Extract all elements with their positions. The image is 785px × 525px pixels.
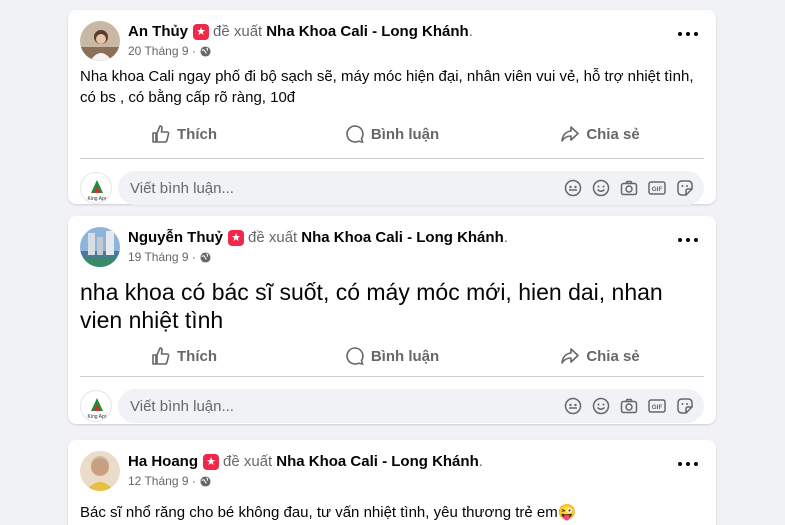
share-arrow-icon — [561, 348, 580, 364]
post-date[interactable]: 19 Tháng 9 — [128, 250, 189, 264]
post-date[interactable]: 12 Tháng 9 — [128, 474, 189, 488]
more-options-button[interactable] — [678, 234, 698, 246]
recommends-text: đề xuất — [213, 23, 263, 40]
camera-icon[interactable] — [620, 397, 638, 415]
post-card: Ha Hoang đề xuất Nha Khoa Cali - Long Kh… — [68, 440, 716, 525]
speech-bubble-icon — [346, 125, 364, 144]
meta-separator: · — [191, 250, 196, 264]
thumbs-up-icon — [152, 347, 170, 365]
like-label: Thích — [177, 347, 217, 365]
commenter-avatar-text: King Apr — [88, 414, 107, 420]
meta-separator: · — [191, 44, 196, 58]
emoji-icon[interactable] — [592, 179, 610, 197]
camera-icon[interactable] — [620, 179, 638, 197]
share-button[interactable]: Chia sẻ — [496, 340, 704, 372]
post-title-line: Ha Hoang đề xuất Nha Khoa Cali - Long Kh… — [128, 453, 483, 470]
comment-composer: King Apr Viết bình luận... GIF — [80, 376, 704, 434]
author-avatar[interactable] — [80, 21, 120, 61]
more-options-button[interactable] — [678, 458, 698, 470]
page-name[interactable]: Nha Khoa Cali - Long Khánh — [301, 229, 504, 246]
like-button[interactable]: Thích — [80, 118, 288, 150]
comment-input[interactable]: Viết bình luận... GIF — [118, 171, 704, 205]
share-arrow-icon — [561, 126, 580, 142]
like-button[interactable]: Thích — [80, 340, 288, 372]
comment-button[interactable]: Bình luận — [288, 340, 496, 372]
gif-icon[interactable]: GIF — [648, 397, 666, 415]
recommends-text: đề xuất — [248, 229, 298, 246]
share-label: Chia sẻ — [586, 125, 640, 143]
commenter-avatar[interactable]: King Apr — [80, 390, 112, 422]
emoji-icon[interactable] — [592, 397, 610, 415]
like-label: Thích — [177, 125, 217, 143]
author-name[interactable]: Ha Hoang — [128, 453, 198, 470]
comment-button[interactable]: Bình luận — [288, 118, 496, 150]
comment-label: Bình luận — [370, 347, 440, 365]
post-actions: Thích Bình luận Chia sẻ — [80, 340, 704, 372]
post-meta: 20 Tháng 9 · — [128, 44, 211, 58]
more-options-button[interactable] — [678, 28, 698, 40]
sticker-icon[interactable] — [676, 397, 694, 415]
recommend-badge-icon — [228, 229, 245, 246]
post-text: nha khoa có bác sĩ suốt, có máy móc mới,… — [80, 279, 663, 333]
avatar-sticker-icon[interactable] — [564, 179, 582, 197]
post-card: An Thủy đề xuất Nha Khoa Cali - Long Khá… — [68, 10, 716, 205]
recommends-text: đề xuất — [223, 453, 273, 470]
author-avatar[interactable] — [80, 227, 120, 267]
post-meta: 12 Tháng 9 · — [128, 474, 211, 488]
post-header: An Thủy đề xuất Nha Khoa Cali - Long Khá… — [68, 10, 716, 62]
comment-placeholder: Viết bình luận... — [130, 397, 234, 415]
globe-icon — [200, 251, 211, 263]
comment-placeholder: Viết bình luận... — [130, 179, 234, 197]
comment-tools: GIF — [564, 397, 704, 415]
share-label: Chia sẻ — [586, 347, 640, 365]
meta-separator: · — [191, 474, 196, 488]
page-name[interactable]: Nha Khoa Cali - Long Khánh — [276, 453, 479, 470]
recommend-badge-icon — [193, 23, 209, 40]
speech-bubble-icon — [346, 347, 364, 366]
post-actions: Thích Bình luận Chia sẻ — [80, 118, 704, 150]
post-meta: 19 Tháng 9 · — [128, 250, 211, 264]
comment-composer: King Apr Viết bình luận... GIF — [80, 158, 704, 216]
comment-tools: GIF — [564, 179, 704, 197]
author-name[interactable]: An Thủy — [128, 23, 188, 40]
commenter-avatar-text: King Apr — [88, 196, 107, 202]
post-date[interactable]: 20 Tháng 9 — [128, 44, 189, 58]
post-title-line: An Thủy đề xuất Nha Khoa Cali - Long Khá… — [128, 23, 473, 40]
globe-icon — [200, 475, 211, 487]
post-text: Bác sĩ nhổ răng cho bé không đau, tư vấn… — [80, 504, 577, 521]
comment-label: Bình luận — [370, 125, 440, 143]
post-text: Nha khoa Cali ngay phố đi bộ sạch sẽ, má… — [80, 68, 694, 106]
svg-text:GIF: GIF — [652, 404, 663, 411]
globe-icon — [200, 45, 211, 57]
recommend-badge-icon — [203, 453, 220, 470]
commenter-avatar[interactable]: King Apr — [80, 172, 112, 204]
post-header: Nguyễn Thuỷ đề xuất Nha Khoa Cali - Long… — [68, 216, 716, 268]
thumbs-up-icon — [152, 125, 170, 143]
post-title-line: Nguyễn Thuỷ đề xuất Nha Khoa Cali - Long… — [128, 229, 508, 246]
svg-text:GIF: GIF — [652, 186, 663, 193]
avatar-sticker-icon[interactable] — [564, 397, 582, 415]
author-name[interactable]: Nguyễn Thuỷ — [128, 229, 223, 246]
comment-input[interactable]: Viết bình luận... GIF — [118, 389, 704, 423]
page-name[interactable]: Nha Khoa Cali - Long Khánh — [266, 23, 469, 40]
share-button[interactable]: Chia sẻ — [496, 118, 704, 150]
author-avatar[interactable] — [80, 451, 120, 491]
post-header: Ha Hoang đề xuất Nha Khoa Cali - Long Kh… — [68, 440, 716, 492]
sticker-icon[interactable] — [676, 179, 694, 197]
post-card: Nguyễn Thuỷ đề xuất Nha Khoa Cali - Long… — [68, 216, 716, 424]
gif-icon[interactable]: GIF — [648, 179, 666, 197]
